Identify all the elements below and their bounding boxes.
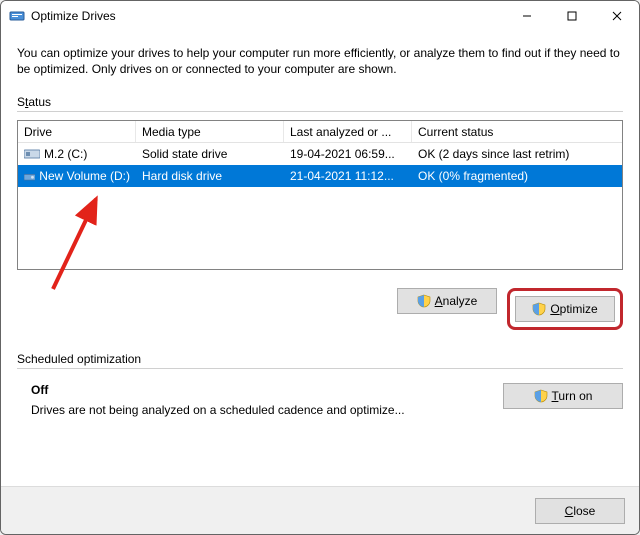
drive-status: OK (0% fragmented): [412, 165, 622, 187]
hdd-icon: [24, 170, 35, 182]
optimize-button[interactable]: Optimize: [515, 296, 615, 322]
window-title: Optimize Drives: [31, 9, 504, 23]
turn-on-button[interactable]: Turn on: [503, 383, 623, 409]
col-status[interactable]: Current status: [412, 121, 622, 142]
table-row[interactable]: M.2 (C:) Solid state drive 19-04-2021 06…: [18, 143, 622, 165]
drive-media: Solid state drive: [136, 143, 284, 165]
drive-last: 21-04-2021 11:12...: [284, 165, 412, 187]
drive-last: 19-04-2021 06:59...: [284, 143, 412, 165]
action-button-row: Analyze Optimize: [17, 288, 623, 330]
ssd-icon: [24, 148, 40, 160]
sched-label: Scheduled optimization: [17, 352, 623, 366]
drive-status: OK (2 days since last retrim): [412, 143, 622, 165]
minimize-button[interactable]: [504, 1, 549, 31]
sched-desc: Drives are not being analyzed on a sched…: [31, 403, 503, 417]
table-header: Drive Media type Last analyzed or ... Cu…: [18, 121, 622, 143]
shield-icon: [417, 294, 431, 308]
close-window-button[interactable]: [594, 1, 639, 31]
description-text: You can optimize your drives to help you…: [17, 45, 623, 77]
col-last[interactable]: Last analyzed or ...: [284, 121, 412, 142]
drive-name: New Volume (D:): [39, 169, 130, 183]
maximize-button[interactable]: [549, 1, 594, 31]
col-media[interactable]: Media type: [136, 121, 284, 142]
titlebar: Optimize Drives: [1, 1, 639, 31]
table-row[interactable]: New Volume (D:) Hard disk drive 21-04-20…: [18, 165, 622, 187]
optimize-highlight: Optimize: [507, 288, 623, 330]
analyze-button[interactable]: Analyze: [397, 288, 497, 314]
status-divider: [17, 111, 623, 112]
app-icon: [9, 8, 25, 24]
shield-icon: [532, 302, 546, 316]
drives-table: Drive Media type Last analyzed or ... Cu…: [17, 120, 623, 270]
sched-divider: [17, 368, 623, 369]
drive-name: M.2 (C:): [44, 147, 87, 161]
content-area: You can optimize your drives to help you…: [1, 31, 639, 417]
footer: Close: [1, 486, 639, 534]
optimize-drives-window: Optimize Drives You can optimize your dr…: [0, 0, 640, 535]
status-label: Status: [17, 95, 623, 109]
shield-icon: [534, 389, 548, 403]
sched-status: Off: [31, 383, 503, 397]
drive-media: Hard disk drive: [136, 165, 284, 187]
close-button[interactable]: Close: [535, 498, 625, 524]
scheduled-optimization-section: Scheduled optimization Off Drives are no…: [17, 352, 623, 417]
col-drive[interactable]: Drive: [18, 121, 136, 142]
